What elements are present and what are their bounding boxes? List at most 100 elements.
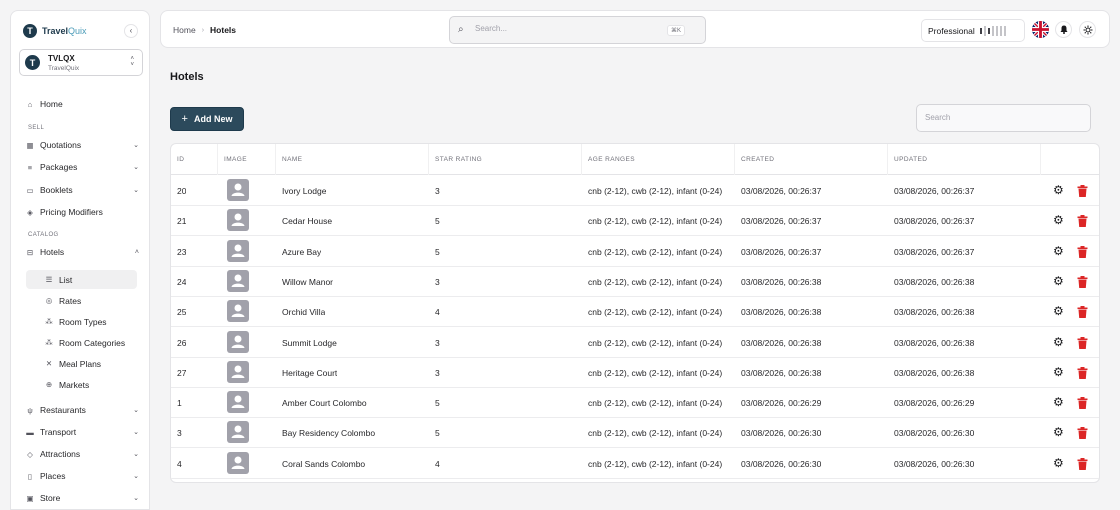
- table-row[interactable]: 3 Bay Residency Colombo 5 cnb (2-12), cwb (…: [171, 418, 1099, 449]
- sidebar-item-attractions[interactable]: ◇ Attractions ⌄: [25, 445, 139, 463]
- search-icon: ⌕: [458, 24, 464, 35]
- cell-name: Ivory Lodge: [282, 186, 327, 196]
- settings-gear-icon[interactable]: ⚙: [1053, 426, 1064, 438]
- settings-gear-icon[interactable]: ⚙: [1053, 396, 1064, 408]
- column-header-id[interactable]: ID: [171, 144, 218, 175]
- table-row[interactable]: 26 Summit Lodge 3 cnb (2-12), cwb (2-12), i…: [171, 328, 1099, 358]
- sidebar-item-pricing-modifiers[interactable]: ◈ Pricing Modifiers: [25, 203, 139, 221]
- global-search-input[interactable]: [475, 24, 655, 33]
- top-bar: Home › Hotels ⌕ ⌘K Professional: [160, 10, 1110, 48]
- breadcrumb-home[interactable]: Home: [173, 25, 196, 35]
- sidebar-item-quotations[interactable]: ▦ Quotations ⌄: [25, 136, 139, 154]
- network-icon: ⁂: [45, 338, 53, 347]
- home-icon: ⌂: [27, 99, 33, 109]
- cell-age-ranges: cnb (2-12), cwb (2-12), infant (0-24): [588, 216, 723, 227]
- settings-gear-icon[interactable]: ⚙: [1053, 214, 1064, 226]
- hotel-image-placeholder-icon: [227, 300, 249, 323]
- hotel-image-placeholder-icon: [227, 330, 249, 353]
- sidebar-item-label: Room Categories: [59, 337, 126, 348]
- settings-gear-icon[interactable]: ⚙: [1053, 245, 1064, 257]
- sidebar-subitem-meal-plans[interactable]: ✕ Meal Plans: [26, 354, 137, 373]
- cell-age-ranges: cnb (2-12), cwb (2-12), infant (0-24): [588, 337, 723, 348]
- column-header-name[interactable]: NAME: [276, 144, 429, 175]
- breadcrumb-current: Hotels: [210, 25, 237, 35]
- delete-trash-icon[interactable]: [1077, 275, 1088, 288]
- table-row[interactable]: 23 Azure Bay 5 cnb (2-12), cwb (2-12), infa…: [171, 237, 1099, 267]
- sidebar-item-packages[interactable]: ≡ Packages ⌄: [25, 158, 139, 176]
- delete-trash-icon[interactable]: [1077, 245, 1088, 258]
- sidebar-subitem-markets[interactable]: ⊕ Markets: [26, 375, 137, 394]
- uk-flag-icon[interactable]: [1032, 21, 1049, 38]
- settings-gear-icon[interactable]: ⚙: [1053, 336, 1064, 348]
- table-row[interactable]: 1 Amber Court Colombo 5 cnb (2-12), cwb (2-…: [171, 388, 1099, 419]
- column-header-created[interactable]: CREATED: [735, 144, 888, 175]
- delete-trash-icon[interactable]: [1077, 366, 1088, 379]
- sun-theme-icon[interactable]: [1079, 21, 1096, 38]
- sidebar-item-restaurants[interactable]: ψ Restaurants ⌄: [25, 401, 139, 419]
- global-search[interactable]: ⌕ ⌘K: [449, 16, 706, 44]
- sidebar-item-home[interactable]: ⌂ Home: [25, 95, 139, 113]
- add-new-button[interactable]: + Add New: [170, 107, 244, 131]
- org-switcher[interactable]: T TVLQX TravelQuix ˄ ˅: [19, 49, 143, 76]
- notifications-bell-icon[interactable]: [1055, 21, 1072, 38]
- delete-trash-icon[interactable]: [1077, 305, 1088, 319]
- table-row[interactable]: 25 Orchid Villa 4 cnb (2-12), cwb (2-12), i…: [171, 297, 1099, 328]
- chevron-down-icon: ⌄: [133, 451, 139, 458]
- cell-id: 27: [177, 367, 187, 378]
- store-icon: ▣: [26, 493, 34, 503]
- column-header-updated[interactable]: UPDATED: [888, 144, 1041, 175]
- delete-trash-icon[interactable]: [1077, 457, 1088, 470]
- table-search-input[interactable]: [925, 113, 1075, 122]
- delete-trash-icon[interactable]: [1077, 214, 1088, 228]
- delete-trash-icon[interactable]: [1077, 184, 1088, 197]
- cell-created: 03/08/2026, 00:26:37: [741, 216, 822, 227]
- table-row[interactable]: 20 Ivory Lodge 3 cnb (2-12), cwb (2-12), in…: [171, 176, 1099, 206]
- sidebar-subitem-room-categories[interactable]: ⁂ Room Categories: [26, 333, 137, 352]
- sidebar-item-store[interactable]: ▣ Store ⌄: [25, 489, 139, 507]
- cell-id: 21: [177, 216, 187, 227]
- sidebar: T TravelQuix ‹ T TVLQX TravelQuix ˄ ˅ ⌂ Ho…: [10, 10, 150, 510]
- table-search[interactable]: [916, 104, 1091, 132]
- settings-gear-icon[interactable]: ⚙: [1053, 184, 1064, 196]
- column-header-age-ranges[interactable]: AGE RANGES: [582, 144, 735, 175]
- sidebar-item-hotels[interactable]: ⊟ Hotels ˄: [25, 243, 139, 261]
- cell-created: 03/08/2026, 00:26:37: [741, 186, 822, 196]
- delete-trash-icon[interactable]: [1077, 396, 1088, 410]
- cell-age-ranges: cnb (2-12), cwb (2-12), infant (0-24): [588, 398, 723, 409]
- table-row[interactable]: 4 Coral Sands Colombo 4 cnb (2-12), cwb (2-…: [171, 449, 1099, 479]
- sidebar-item-label: Quotations: [40, 140, 82, 150]
- cell-age-ranges: cnb (2-12), cwb (2-12), infant (0-24): [588, 307, 723, 318]
- delete-trash-icon[interactable]: [1077, 336, 1088, 349]
- cell-updated: 03/08/2026, 00:26:38: [894, 367, 975, 378]
- sidebar-subitem-rates[interactable]: ◎ Rates: [26, 291, 137, 310]
- table-row[interactable]: 21 Cedar House 5 cnb (2-12), cwb (2-12), in…: [171, 206, 1099, 237]
- column-header-image[interactable]: IMAGE: [218, 144, 276, 175]
- column-header-star-rating[interactable]: STAR RATING: [429, 144, 582, 175]
- settings-gear-icon[interactable]: ⚙: [1053, 366, 1064, 378]
- collapse-sidebar-button[interactable]: ‹: [124, 24, 138, 38]
- settings-gear-icon[interactable]: ⚙: [1053, 457, 1064, 469]
- settings-gear-icon[interactable]: ⚙: [1053, 275, 1064, 287]
- table-row[interactable]: 27 Heritage Court 3 cnb (2-12), cwb (2-12),…: [171, 358, 1099, 388]
- sidebar-item-label: Booklets: [40, 185, 73, 195]
- sidebar-item-places[interactable]: ▯ Places ⌄: [25, 467, 139, 485]
- sidebar-item-booklets[interactable]: ▭ Booklets ⌄: [25, 181, 139, 199]
- brand-name-b: Quix: [68, 26, 87, 36]
- sidebar-item-label: Transport: [40, 427, 77, 437]
- settings-gear-icon[interactable]: ⚙: [1053, 305, 1064, 317]
- list-icon: ≡: [27, 162, 33, 172]
- sidebar-subitem-room-types[interactable]: ⁂ Room Types: [26, 312, 137, 331]
- delete-trash-icon[interactable]: [1077, 426, 1088, 440]
- table-row[interactable]: 24 Willow Manor 3 cnb (2-12), cwb (2-12), i…: [171, 267, 1099, 297]
- cell-star-rating: 5: [435, 428, 440, 439]
- hotel-image-placeholder-icon: [227, 269, 249, 292]
- brand[interactable]: T TravelQuix: [23, 23, 87, 39]
- cell-created: 03/08/2026, 00:26:30: [741, 458, 822, 469]
- chevron-down-icon: ⌄: [133, 407, 139, 414]
- sidebar-item-transport[interactable]: ▬ Transport ⌄: [25, 423, 139, 441]
- plan-selector[interactable]: Professional: [921, 19, 1025, 42]
- sidebar-subitem-list[interactable]: ☰ List: [26, 270, 137, 289]
- nav-section-sell: SELL: [28, 125, 45, 131]
- cell-created: 03/08/2026, 00:26:30: [741, 428, 822, 439]
- sidebar-item-label: List: [59, 274, 73, 285]
